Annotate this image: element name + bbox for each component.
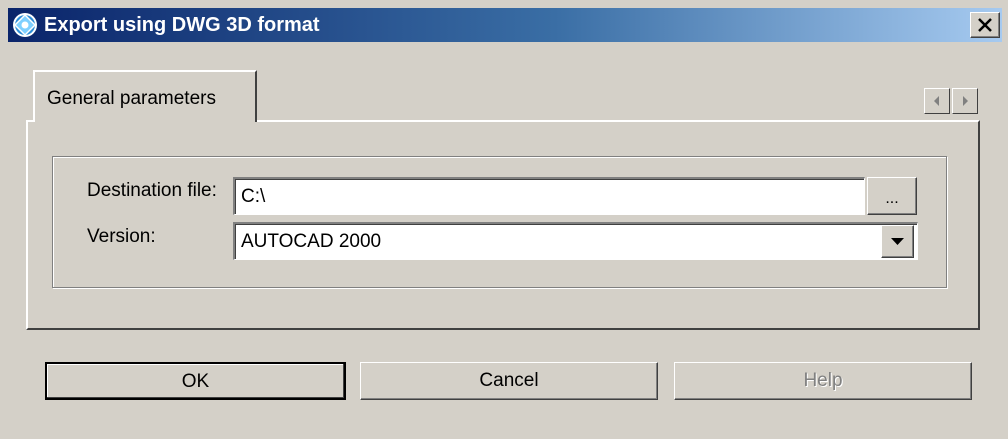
tab-general-parameters[interactable]: General parameters <box>33 70 257 122</box>
arrow-right-icon <box>963 96 968 106</box>
cancel-button[interactable]: Cancel <box>360 362 658 400</box>
destination-file-value: C:\ <box>241 186 266 207</box>
arrow-left-icon <box>934 96 939 106</box>
export-dialog: Export using DWG 3D format General param… <box>0 0 1008 439</box>
app-icon <box>13 13 37 37</box>
ok-button[interactable]: OK <box>45 362 346 400</box>
version-value: AUTOCAD 2000 <box>241 231 382 252</box>
tab-scroll-left-button[interactable] <box>924 88 950 114</box>
destination-file-input[interactable]: C:\ <box>233 177 865 215</box>
browse-label: ... <box>885 190 899 207</box>
help-button[interactable]: Help <box>674 362 972 400</box>
close-icon <box>978 18 992 32</box>
tab-label: General parameters <box>47 88 216 109</box>
chevron-down-icon <box>891 238 904 245</box>
title-bar[interactable]: Export using DWG 3D format <box>8 8 1002 42</box>
window-title: Export using DWG 3D format <box>44 14 320 36</box>
version-dropdown-button[interactable] <box>881 225 914 258</box>
version-select[interactable]: AUTOCAD 2000 <box>233 222 918 260</box>
tab-scroll-right-button[interactable] <box>952 88 978 114</box>
close-button[interactable] <box>970 12 1000 38</box>
destination-file-label: Destination file: <box>87 180 217 201</box>
browse-button[interactable]: ... <box>867 177 917 215</box>
version-label: Version: <box>87 226 156 247</box>
